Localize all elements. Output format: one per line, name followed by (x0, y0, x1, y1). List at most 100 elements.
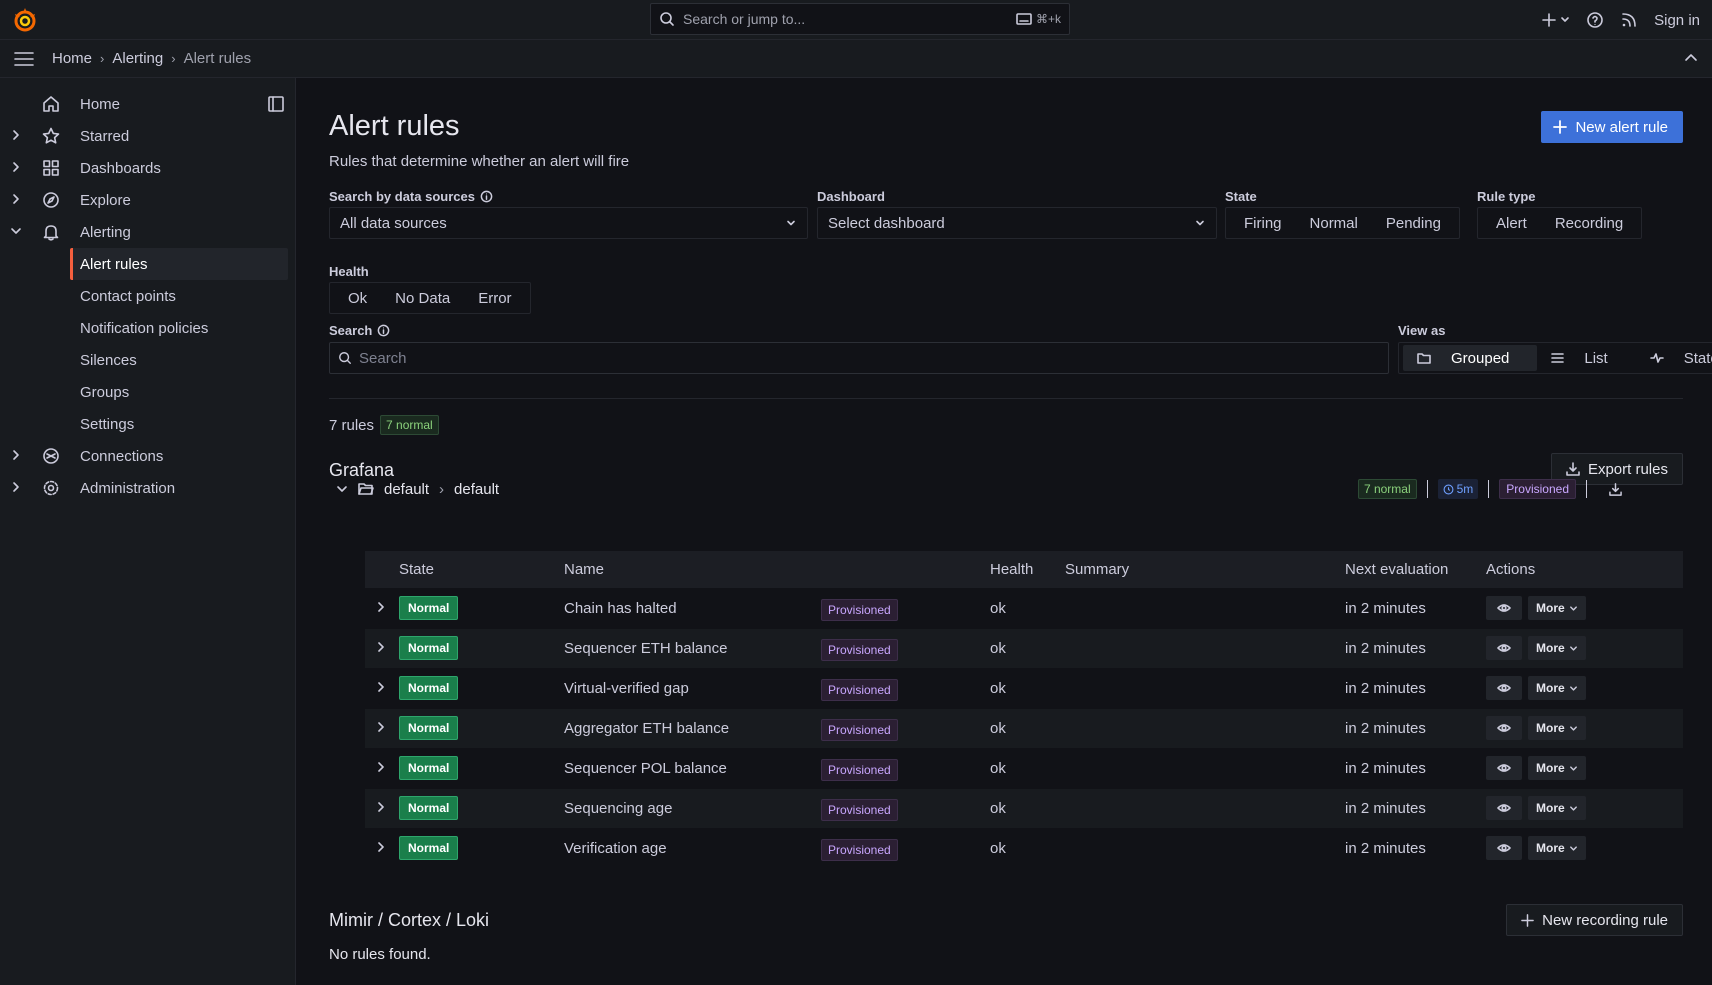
table-body: Normal Chain has halted Provisioned ok in 2 … (365, 587, 1683, 868)
datasource-select[interactable]: All data sources (329, 207, 808, 239)
more-actions-button[interactable]: More (1528, 596, 1586, 620)
state-option-pending[interactable]: Pending (1372, 215, 1455, 232)
sidebar-item-silences[interactable]: Silences (0, 344, 296, 376)
dock-menu-button[interactable] (268, 96, 284, 112)
next-evaluation-cell: in 2 minutes (1345, 747, 1486, 788)
sidebar-item-notification-policies[interactable]: Notification policies (0, 312, 296, 344)
chevron-right-icon[interactable] (375, 721, 387, 733)
more-actions-button[interactable]: More (1528, 636, 1586, 660)
next-evaluation-cell: in 2 minutes (1345, 587, 1486, 628)
state-cell: Normal (399, 667, 564, 708)
provisioned-badge: Provisioned (821, 638, 898, 661)
more-actions-button[interactable]: More (1528, 756, 1586, 780)
global-search-input[interactable]: Search or jump to... ⌘+k (650, 3, 1070, 35)
view-rule-button[interactable] (1486, 636, 1522, 660)
name-cell: Virtual-verified gap Provisioned (564, 667, 990, 708)
view-rule-button[interactable] (1486, 716, 1522, 740)
new-alert-rule-button[interactable]: New alert rule (1541, 111, 1683, 143)
sign-in-link[interactable]: Sign in (1654, 12, 1700, 29)
chevron-right-icon[interactable] (10, 481, 22, 493)
sidebar-item-home[interactable]: Home (0, 88, 296, 120)
breadcrumb: Home › Alerting › Alert rules (52, 50, 251, 67)
viewas-option-grouped[interactable]: Grouped (1403, 345, 1538, 371)
chevron-right-icon[interactable] (375, 801, 387, 813)
table-row[interactable]: Normal Sequencer ETH balance Provisioned ok… (365, 627, 1683, 668)
export-group-button[interactable] (1609, 482, 1622, 496)
news-button[interactable] (1620, 11, 1638, 29)
table-row[interactable]: Normal Virtual-verified gap Provisioned ok i… (365, 667, 1683, 708)
info-icon[interactable] (377, 324, 390, 337)
view-rule-button[interactable] (1486, 796, 1522, 820)
health-option-nodata[interactable]: No Data (381, 290, 464, 307)
chevron-right-icon[interactable] (375, 641, 387, 653)
table-row[interactable]: Normal Aggregator ETH balance Provisioned o… (365, 707, 1683, 748)
more-actions-button[interactable]: More (1528, 796, 1586, 820)
table-row[interactable]: Normal Verification age Provisioned ok in 2 … (365, 827, 1683, 868)
more-actions-button[interactable]: More (1528, 676, 1586, 700)
health-option-ok[interactable]: Ok (334, 290, 381, 307)
chevron-right-icon[interactable] (375, 681, 387, 693)
sidebar-item-groups[interactable]: Groups (0, 376, 296, 408)
ruletype-option-alert[interactable]: Alert (1482, 215, 1541, 232)
chevron-right-icon[interactable] (10, 129, 22, 141)
summary-cell (1065, 667, 1345, 708)
expand-cell (365, 827, 399, 868)
sidebar-item-administration[interactable]: Administration (0, 472, 296, 504)
sidebar-item-settings[interactable]: Settings (0, 408, 296, 440)
chevron-right-icon[interactable] (375, 601, 387, 613)
rule-count: 7 rules (329, 416, 375, 434)
sidebar-item-alerting[interactable]: Alerting (0, 216, 296, 248)
chevron-up-icon (1685, 54, 1697, 61)
dashboard-select[interactable]: Select dashboard (817, 207, 1217, 239)
more-actions-button[interactable]: More (1528, 716, 1586, 740)
sidebar-item-connections[interactable]: Connections (0, 440, 296, 472)
expand-cell (365, 627, 399, 668)
breadcrumb-alerting[interactable]: Alerting (112, 50, 163, 67)
menu-toggle-button[interactable] (14, 50, 34, 68)
more-label: More (1536, 681, 1565, 695)
chevron-right-icon[interactable] (375, 761, 387, 773)
view-rule-button[interactable] (1486, 756, 1522, 780)
chevron-right-icon[interactable] (10, 449, 22, 461)
breadcrumb-home[interactable]: Home (52, 50, 92, 67)
viewas-option-state[interactable]: State (1636, 350, 1712, 367)
chevron-right-icon[interactable] (375, 841, 387, 853)
chevron-right-icon[interactable] (10, 193, 22, 205)
chevron-down-icon[interactable] (336, 483, 348, 495)
info-icon[interactable] (480, 190, 493, 203)
home-icon (42, 95, 60, 113)
table-row[interactable]: Normal Chain has halted Provisioned ok in 2 … (365, 587, 1683, 628)
more-label: More (1536, 601, 1565, 615)
new-recording-rule-button[interactable]: New recording rule (1506, 904, 1683, 936)
view-rule-button[interactable] (1486, 836, 1522, 861)
rules-search-input[interactable]: Search (329, 342, 1389, 374)
state-option-normal[interactable]: Normal (1296, 215, 1372, 232)
rules-search-placeholder: Search (359, 349, 407, 367)
grafana-logo-icon[interactable] (12, 6, 38, 34)
sidebar-item-explore[interactable]: Explore (0, 184, 296, 216)
viewas-option-list[interactable]: List (1537, 350, 1635, 367)
view-rule-button[interactable] (1486, 596, 1522, 620)
table-row[interactable]: Normal Sequencer POL balance Provisioned ok… (365, 747, 1683, 788)
more-actions-button[interactable]: More (1528, 836, 1586, 861)
view-rule-button[interactable] (1486, 676, 1522, 700)
sidebar-item-dashboards[interactable]: Dashboards (0, 152, 296, 184)
add-menu-button[interactable] (1542, 13, 1570, 27)
sidebar-item-alert-rules[interactable]: Alert rules (70, 248, 288, 280)
table-row[interactable]: Normal Sequencing age Provisioned ok in 2 mi… (365, 787, 1683, 828)
name-cell: Sequencer POL balance Provisioned (564, 747, 990, 788)
chevron-down-icon[interactable] (10, 225, 22, 237)
sidebar-item-contact-points[interactable]: Contact points (0, 280, 296, 312)
sidebar-item-starred[interactable]: Starred (0, 120, 296, 152)
collapse-header-button[interactable] (1684, 53, 1698, 63)
chevron-down-icon (1569, 645, 1577, 651)
folder-open-icon (358, 483, 374, 495)
chevron-right-icon[interactable] (10, 161, 22, 173)
help-button[interactable] (1586, 11, 1604, 29)
expand-cell (365, 747, 399, 788)
health-option-error[interactable]: Error (464, 290, 525, 307)
ruletype-option-recording[interactable]: Recording (1541, 215, 1637, 232)
keyboard-shortcut: ⌘+k (1016, 12, 1061, 26)
rule-group-folder[interactable]: default (384, 481, 429, 498)
state-option-firing[interactable]: Firing (1230, 215, 1296, 232)
